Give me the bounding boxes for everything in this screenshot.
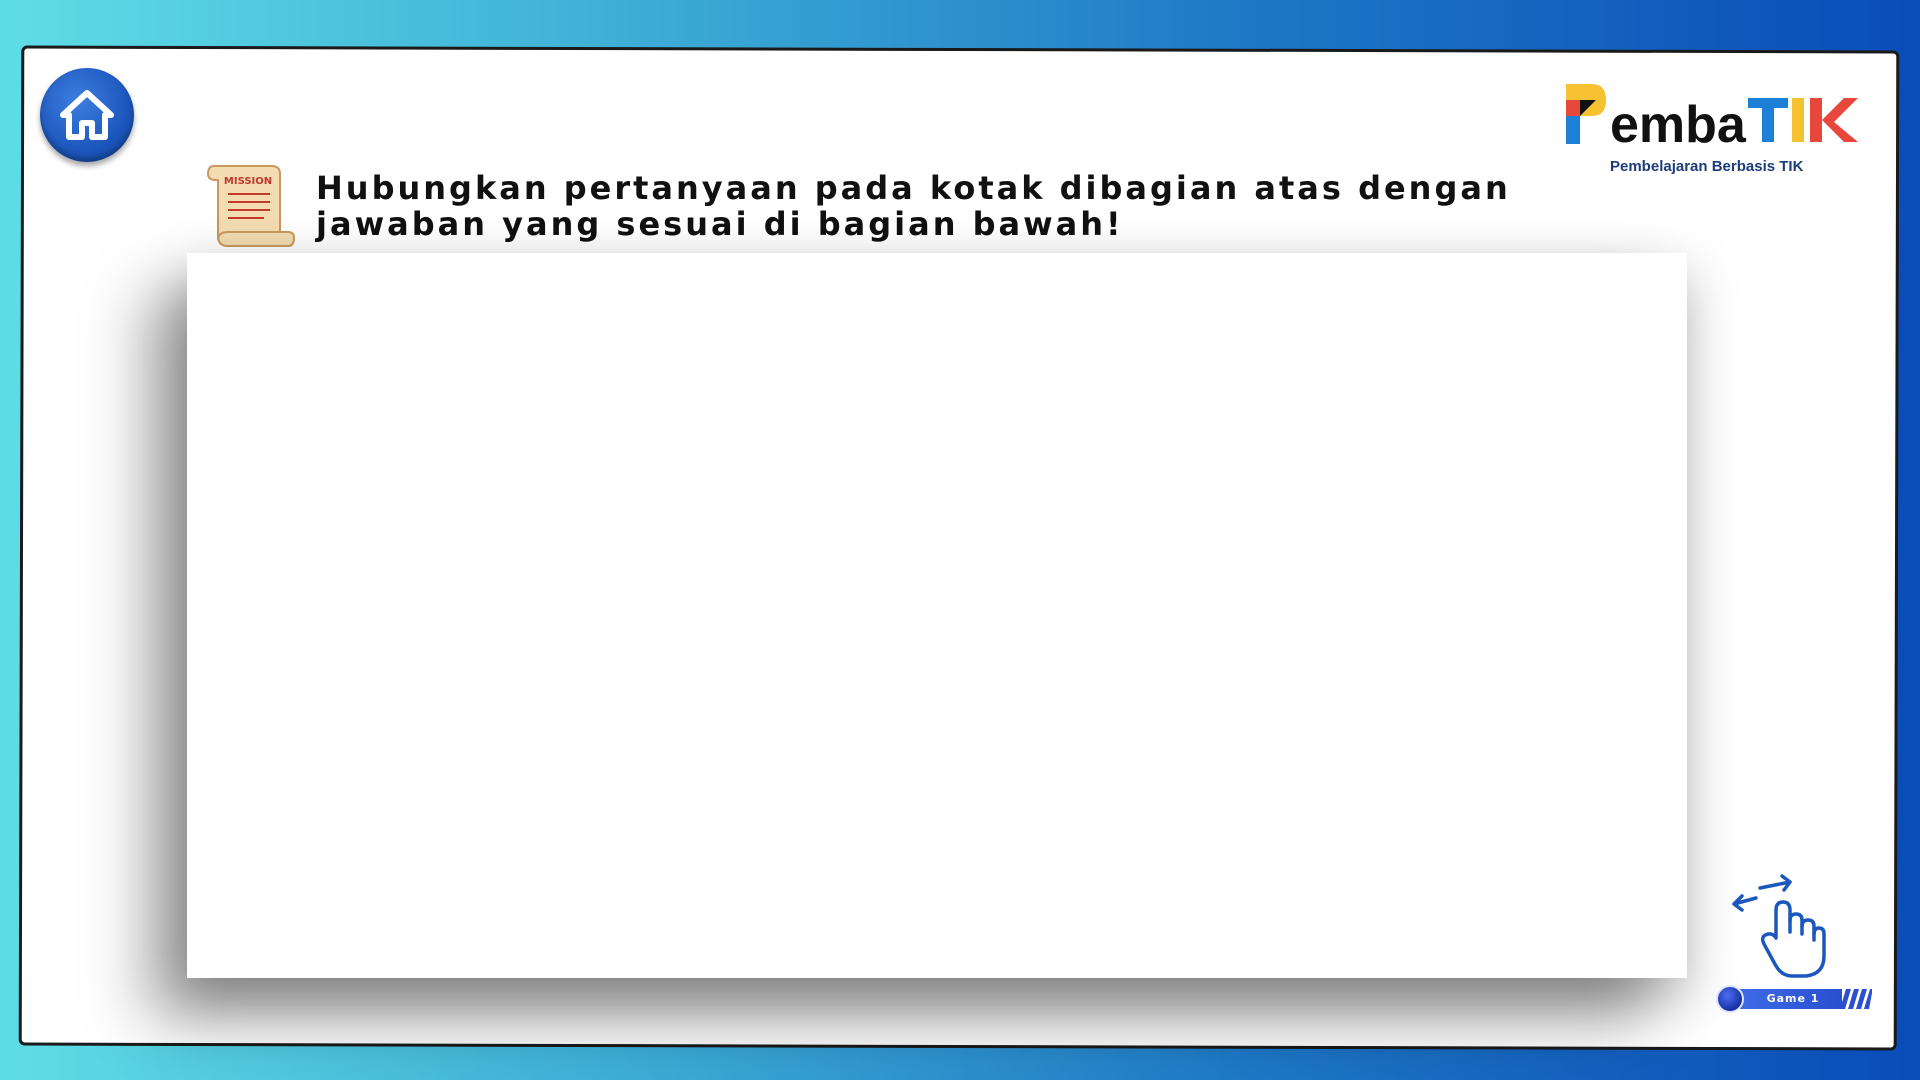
svg-text:emba: emba — [1610, 96, 1747, 150]
game-indicator-dot — [1716, 985, 1744, 1013]
pembatik-logo: emba Pembelajaran Berbasis TIK — [1562, 80, 1862, 180]
swipe-hand-icon — [1732, 874, 1826, 978]
stripes-decoration — [1840, 989, 1872, 1009]
mission-label: MISSION — [224, 176, 272, 187]
matching-game-area[interactable] — [187, 253, 1687, 978]
game-badge: Game 1 — [1716, 985, 1872, 1013]
logo-mark: emba — [1566, 84, 1858, 150]
instruction-text: Hubungkan pertanyaan pada kotak dibagian… — [316, 169, 1511, 243]
game-label: Game 1 — [1730, 989, 1842, 1009]
logo-subtitle: Pembelajaran Berbasis TIK — [1610, 158, 1804, 175]
mission-scroll-icon: MISSION — [206, 165, 296, 247]
home-button[interactable] — [40, 68, 134, 162]
home-icon — [60, 90, 114, 140]
